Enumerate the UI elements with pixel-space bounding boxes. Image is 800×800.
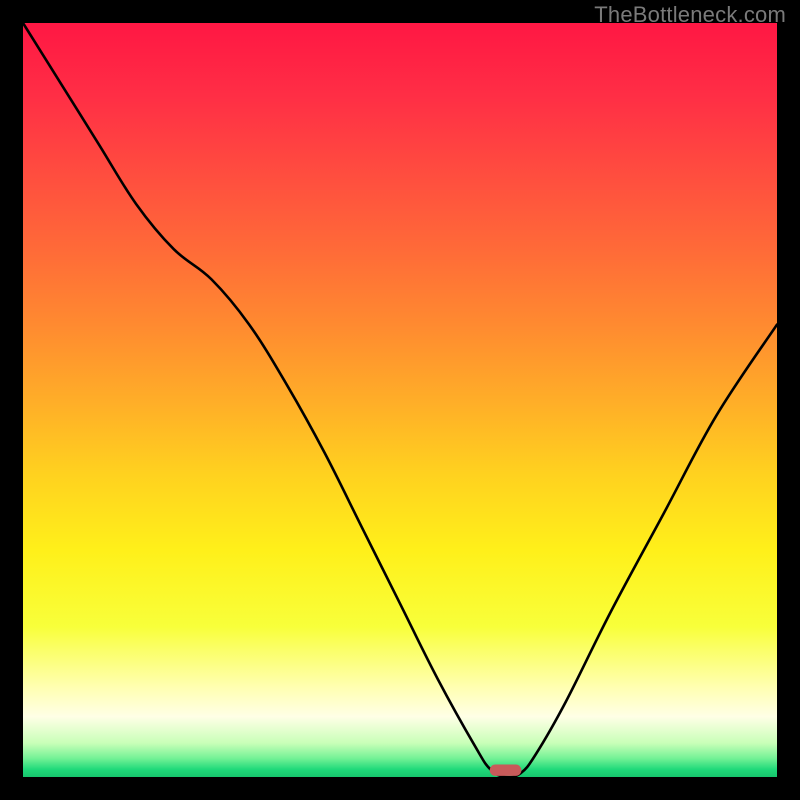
gradient-background xyxy=(23,23,777,777)
bottleneck-chart xyxy=(23,23,777,777)
optimum-marker xyxy=(490,765,522,776)
plot-area xyxy=(23,23,777,777)
chart-container: TheBottleneck.com xyxy=(0,0,800,800)
watermark-text: TheBottleneck.com xyxy=(594,2,786,28)
